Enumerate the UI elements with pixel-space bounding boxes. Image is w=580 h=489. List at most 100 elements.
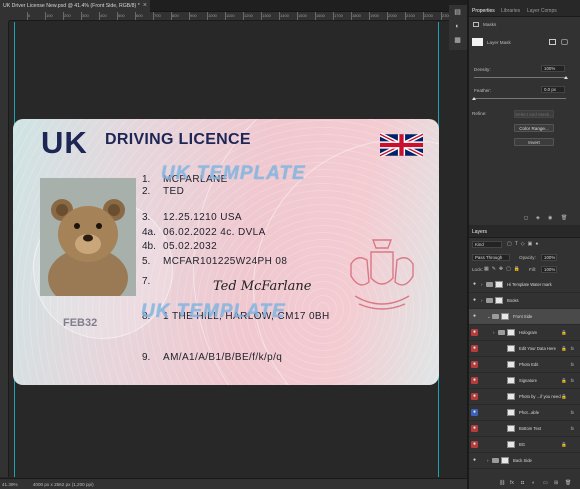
feather-slider[interactable] (474, 98, 566, 99)
layer-thumbnail[interactable] (507, 441, 515, 448)
visibility-eye-icon[interactable]: ● (471, 425, 478, 432)
visibility-eye-icon[interactable]: ● (471, 281, 478, 288)
layer-thumbnail[interactable] (495, 297, 503, 304)
horizontal-ruler[interactable]: 0 100 200 300 400 500 600 700 800 900 1000 1100 1200… (9, 12, 467, 21)
visibility-eye-icon[interactable]: ● (471, 377, 478, 384)
group-expand-chevron-icon[interactable]: › (481, 293, 483, 309)
layer-name[interactable]: Signature (519, 373, 537, 389)
swatches-icon[interactable]: ▦ (452, 36, 463, 45)
mask-icon[interactable]: ◘ (521, 479, 524, 488)
color-range-button[interactable]: Color Range... (514, 124, 554, 132)
tab-properties[interactable]: Properties (472, 5, 495, 17)
visibility-eye-icon[interactable]: ● (471, 313, 478, 320)
tab-layers[interactable]: Layers (472, 226, 487, 238)
density-field[interactable]: 100% (541, 65, 565, 72)
layer-name[interactable]: Phot...able (519, 405, 539, 421)
layer-name[interactable]: Photo Edit (519, 357, 538, 373)
layer-row[interactable]: ● BG 🔒 (469, 437, 580, 453)
visibility-eye-icon[interactable]: ● (471, 409, 478, 416)
visibility-eye-icon[interactable]: ● (471, 441, 478, 448)
layer-row[interactable]: ● › Books (469, 293, 580, 309)
blend-mode-select[interactable]: Pass Through (472, 254, 510, 261)
density-slider[interactable] (474, 77, 566, 78)
layer-thumbnail[interactable] (507, 329, 515, 336)
layer-thumbnail[interactable] (501, 313, 509, 320)
trash-icon[interactable]: 🗑 (561, 215, 567, 221)
visibility-eye-icon[interactable]: ● (471, 297, 478, 304)
layer-row[interactable]: ● Phot...able fx (469, 405, 580, 421)
feather-field[interactable]: 0.0 px (541, 86, 565, 93)
layer-row[interactable]: ● › Hologram 🔒 (469, 325, 580, 341)
group-expand-chevron-icon[interactable]: › (481, 277, 483, 293)
density-slider-knob[interactable] (564, 76, 568, 79)
layer-thumbnail[interactable] (507, 425, 515, 432)
layer-row[interactable]: ● Photo by ...if you need 🔒 (469, 389, 580, 405)
layer-filter-kind[interactable]: Kind (472, 241, 502, 248)
visibility-eye-icon[interactable]: ● (471, 457, 478, 464)
trash-icon[interactable]: 🗑 (565, 479, 571, 488)
layer-effects-icon[interactable]: fx (571, 421, 574, 437)
feather-slider-knob[interactable] (472, 97, 476, 100)
zoom-level[interactable]: 41.39% (2, 482, 18, 487)
visibility-eye-icon[interactable]: ● (471, 345, 478, 352)
pixel-mask-icon[interactable] (549, 39, 556, 45)
layer-name[interactable]: Hologram (519, 325, 537, 341)
layer-name[interactable]: Books (507, 293, 519, 309)
fill-field[interactable]: 100% (541, 266, 557, 273)
layer-row[interactable]: ● › Hi Template Water mark (469, 277, 580, 293)
layer-name[interactable]: Photo by ...if you need (519, 389, 561, 405)
folder-icon[interactable]: ▭ (543, 479, 548, 488)
lock-icons[interactable]: ▦✎✥▢🔒 (484, 266, 523, 272)
visibility-eye-icon[interactable]: ● (471, 329, 478, 336)
apply-mask-icon[interactable]: ◈ (536, 215, 540, 221)
layer-thumbnail[interactable] (507, 393, 515, 400)
group-expand-chevron-icon[interactable]: › (493, 325, 495, 341)
group-expand-chevron-icon[interactable]: › (487, 453, 489, 469)
link-icon[interactable]: ⛓ (499, 479, 505, 488)
layer-row[interactable]: ● Photo Edit fx (469, 357, 580, 373)
invert-button[interactable]: Invert (514, 138, 554, 146)
opacity-field[interactable]: 100% (541, 254, 557, 261)
layer-name[interactable]: Front Side (513, 309, 532, 325)
document-size[interactable]: 4000 px x 2562 px (1,200 ppi) (33, 482, 94, 487)
group-expand-chevron-icon[interactable]: ⌄ (487, 309, 491, 325)
layer-thumbnail[interactable] (495, 281, 503, 288)
layer-effects-icon[interactable]: fx (571, 405, 574, 421)
history-icon[interactable]: ▤ (452, 8, 463, 17)
layer-name[interactable]: Hi Template Water mark (507, 277, 552, 293)
layer-thumbnail[interactable] (507, 345, 515, 352)
canvas-area[interactable]: UK DRIVING LICENCE 1. MCFARLANE 2. TED 3… (10, 22, 467, 477)
layer-effects-icon[interactable]: fx (571, 357, 574, 373)
layer-effects-icon[interactable]: fx (571, 341, 574, 357)
fx-icon[interactable]: fx (510, 479, 514, 488)
layer-name[interactable]: Bottom Text (519, 421, 541, 437)
layer-row[interactable]: ● ⌄ Front Side (469, 309, 580, 325)
layer-thumbnail[interactable] (507, 409, 515, 416)
mask-thumbnail[interactable] (472, 38, 483, 46)
layer-row[interactable]: ● Signature 🔒 fx (469, 373, 580, 389)
layer-row[interactable]: ● Edit Your Data Here 🔒 fx (469, 341, 580, 357)
layer-name[interactable]: Back Side (513, 453, 532, 469)
document-tab[interactable]: UK Driver License New.psd @ 41.4% (Front… (0, 0, 150, 12)
vector-mask-icon[interactable] (561, 39, 568, 45)
visibility-eye-icon[interactable]: ● (471, 361, 478, 368)
layer-row[interactable]: ● Bottom Text fx (469, 421, 580, 437)
tab-layer-comps[interactable]: Layer Comps (527, 5, 557, 17)
adjust-icon[interactable]: ◐ (452, 22, 463, 31)
layer-thumbnail[interactable] (507, 361, 515, 368)
disable-mask-icon[interactable]: ◉ (548, 215, 552, 221)
layer-thumbnail[interactable] (507, 377, 515, 384)
layer-thumbnail[interactable] (501, 457, 509, 464)
adjust-icon[interactable]: ◐ (532, 479, 535, 488)
layer-row[interactable]: ● › Back Side (469, 453, 580, 469)
layer-name[interactable]: BG (519, 437, 525, 453)
visibility-eye-icon[interactable]: ● (471, 393, 478, 400)
tab-libraries[interactable]: Libraries (501, 5, 520, 17)
new-layer-icon[interactable]: ⊞ (554, 479, 558, 488)
close-icon[interactable]: × (143, 0, 147, 12)
layer-filter-icons[interactable]: ▢T◇▣● (507, 241, 541, 247)
layer-name[interactable]: Edit Your Data Here (519, 341, 556, 357)
load-selection-icon[interactable]: ◻ (524, 215, 528, 221)
select-and-mask-button[interactable]: Select and Mask... (514, 110, 554, 118)
layer-effects-icon[interactable]: fx (571, 373, 574, 389)
